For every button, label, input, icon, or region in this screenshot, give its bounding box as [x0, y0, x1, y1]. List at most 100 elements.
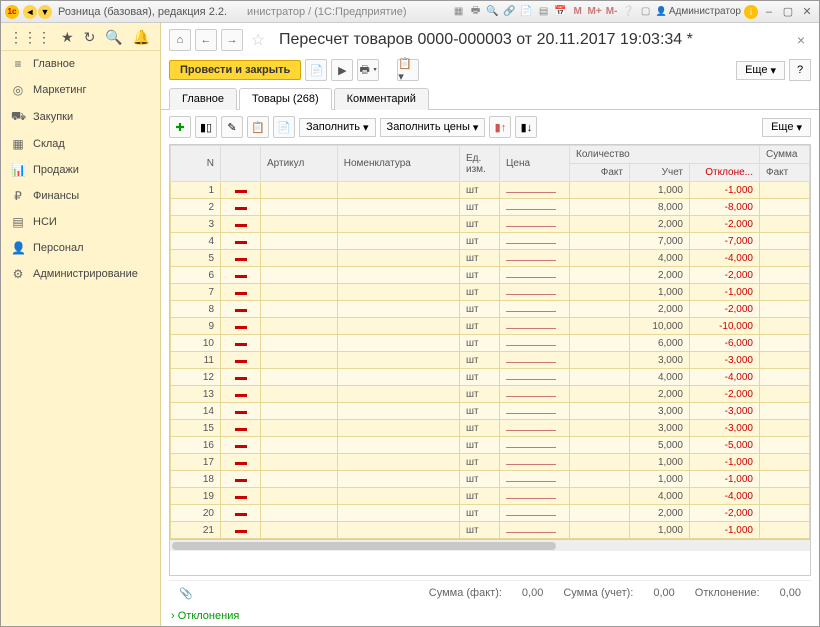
table-row[interactable]: 10 шт 6,000 -6,000 [171, 335, 810, 352]
sidebar-label: Продажи [33, 164, 79, 176]
status-dash-icon [235, 258, 247, 261]
grid[interactable]: N Артикул Номенклатура Ед. изм. Цена Кол… [169, 144, 811, 576]
history-icon[interactable]: ↻ [84, 29, 96, 46]
window-icon[interactable]: ▢ [639, 5, 653, 19]
help-icon[interactable]: ❔ [622, 5, 636, 19]
grid-icon[interactable]: ▦ [452, 5, 466, 19]
table-row[interactable]: 14 шт 3,000 -3,000 [171, 403, 810, 420]
info-icon[interactable]: i [744, 5, 758, 19]
fill-button[interactable]: Заполнить ▾ [299, 118, 376, 137]
col-qty[interactable]: Количество [570, 146, 760, 164]
titlebar: 1c ◄ ▼ Розница (базовая), редакция 2.2. … [1, 1, 819, 23]
search-icon[interactable]: 🔍 [486, 5, 500, 19]
move-up-icon[interactable]: ▮↑ [489, 116, 511, 138]
sidebar-item[interactable]: ▤НСИ [1, 209, 160, 235]
table-row[interactable]: 9 шт 10,000 -10,000 [171, 318, 810, 335]
col-dev[interactable]: Отклоне... [690, 164, 760, 182]
attach-icon[interactable]: 📎 [179, 587, 193, 600]
favorite-star-icon[interactable]: ☆ [247, 29, 269, 51]
m-minus-icon[interactable]: M- [605, 5, 619, 19]
print-btn-icon[interactable]: 🖶 ▾ [357, 59, 379, 81]
table-row[interactable]: 15 шт 3,000 -3,000 [171, 420, 810, 437]
sidebar-item[interactable]: ≡Главное [1, 51, 160, 77]
table-row[interactable]: 17 шт 1,000 -1,000 [171, 454, 810, 471]
maximize-icon[interactable]: ▢ [780, 5, 796, 18]
post-icon[interactable]: ▶ [331, 59, 353, 81]
m-icon[interactable]: M [571, 5, 585, 19]
forward-icon[interactable]: → [221, 29, 243, 51]
col-price[interactable]: Цена [500, 146, 570, 182]
more-button[interactable]: Еще ▾ [736, 61, 785, 80]
close-doc-icon[interactable]: × [791, 32, 811, 48]
table-row[interactable]: 20 шт 2,000 -2,000 [171, 505, 810, 522]
table-row[interactable]: 6 шт 2,000 -2,000 [171, 267, 810, 284]
barcode-icon[interactable]: ▮▯ [195, 116, 217, 138]
h-scrollbar[interactable] [170, 539, 810, 551]
col-status[interactable] [221, 146, 261, 182]
home-icon[interactable]: ⌂ [169, 29, 191, 51]
fill-prices-button[interactable]: Заполнить цены ▾ [380, 118, 486, 137]
table-row[interactable]: 8 шт 2,000 -2,000 [171, 301, 810, 318]
col-account[interactable]: Учет [630, 164, 690, 182]
help-button[interactable]: ? [789, 59, 811, 81]
nav-fwd-icon[interactable]: ▼ [38, 5, 52, 19]
tab-main[interactable]: Главное [169, 88, 237, 110]
sidebar-item[interactable]: ◎Маркетинг [1, 77, 160, 103]
col-sum-fact[interactable]: Факт [760, 164, 810, 182]
calendar-icon[interactable]: 📅 [554, 5, 568, 19]
col-nom[interactable]: Номенклатура [337, 146, 459, 182]
sidebar-item[interactable]: ▦Склад [1, 131, 160, 157]
add-row-icon[interactable]: ✚ [169, 116, 191, 138]
move-down-icon[interactable]: ▮↓ [515, 116, 537, 138]
sidebar-item[interactable]: 👤Персонал [1, 235, 160, 261]
table-row[interactable]: 11 шт 3,000 -3,000 [171, 352, 810, 369]
table-row[interactable]: 19 шт 4,000 -4,000 [171, 488, 810, 505]
col-fact[interactable]: Факт [570, 164, 630, 182]
nav-back-icon[interactable]: ◄ [23, 5, 37, 19]
back-icon[interactable]: ← [195, 29, 217, 51]
calc-icon[interactable]: ▤ [537, 5, 551, 19]
table-row[interactable]: 1 шт 1,000 -1,000 [171, 182, 810, 199]
save-close-button[interactable]: Провести и закрыть [169, 60, 301, 80]
sidebar-item[interactable]: ₽Финансы [1, 183, 160, 209]
table-row[interactable]: 18 шт 1,000 -1,000 [171, 471, 810, 488]
table-row[interactable]: 21 шт 1,000 -1,000 [171, 522, 810, 539]
close-window-icon[interactable]: ✕ [799, 5, 815, 18]
col-article[interactable]: Артикул [261, 146, 338, 182]
report-icon[interactable]: 📋 ▾ [397, 59, 419, 81]
bell-icon[interactable]: 🔔 [133, 29, 150, 46]
deviations-link[interactable]: Отклонения [161, 606, 819, 626]
doc-icon[interactable]: 📄 [520, 5, 534, 19]
print-icon[interactable]: 🖶 [469, 5, 483, 19]
table-row[interactable]: 16 шт 5,000 -5,000 [171, 437, 810, 454]
col-n[interactable]: N [171, 146, 221, 182]
table-row[interactable]: 3 шт 2,000 -2,000 [171, 216, 810, 233]
minimize-icon[interactable]: – [761, 6, 777, 18]
menu-icon[interactable]: ⋮⋮⋮ [9, 29, 51, 46]
star-icon[interactable]: ★ [61, 29, 74, 46]
table-row[interactable]: 13 шт 2,000 -2,000 [171, 386, 810, 403]
tab-goods[interactable]: Товары (268) [239, 88, 332, 110]
sidebar-item[interactable]: ⛟Закупки [1, 103, 160, 131]
table-row[interactable]: 4 шт 7,000 -7,000 [171, 233, 810, 250]
table-row[interactable]: 5 шт 4,000 -4,000 [171, 250, 810, 267]
m-plus-icon[interactable]: M+ [588, 5, 602, 19]
breadcrumb: инистратор / (1С:Предприятие) [247, 6, 406, 18]
link-icon[interactable]: 🔗 [503, 5, 517, 19]
edit-icon[interactable]: ✎ [221, 116, 243, 138]
copy-icon[interactable]: 📋 [247, 116, 269, 138]
tab-comment[interactable]: Комментарий [334, 88, 429, 110]
search-side-icon[interactable]: 🔍 [105, 29, 122, 46]
paste-icon[interactable]: 📄 [273, 116, 295, 138]
grid-more-button[interactable]: Еще ▾ [762, 118, 811, 137]
col-sum[interactable]: Сумма [760, 146, 810, 164]
table-row[interactable]: 7 шт 1,000 -1,000 [171, 284, 810, 301]
col-unit[interactable]: Ед. изм. [460, 146, 500, 182]
table-row[interactable]: 2 шт 8,000 -8,000 [171, 199, 810, 216]
sidebar-item[interactable]: ⚙Администрирование [1, 261, 160, 287]
sidebar-item[interactable]: 📊Продажи [1, 157, 160, 183]
table-row[interactable]: 12 шт 4,000 -4,000 [171, 369, 810, 386]
sidebar-label: Администрирование [33, 268, 138, 280]
write-icon[interactable]: 📄 [305, 59, 327, 81]
admin-label[interactable]: Администратор [656, 6, 741, 17]
